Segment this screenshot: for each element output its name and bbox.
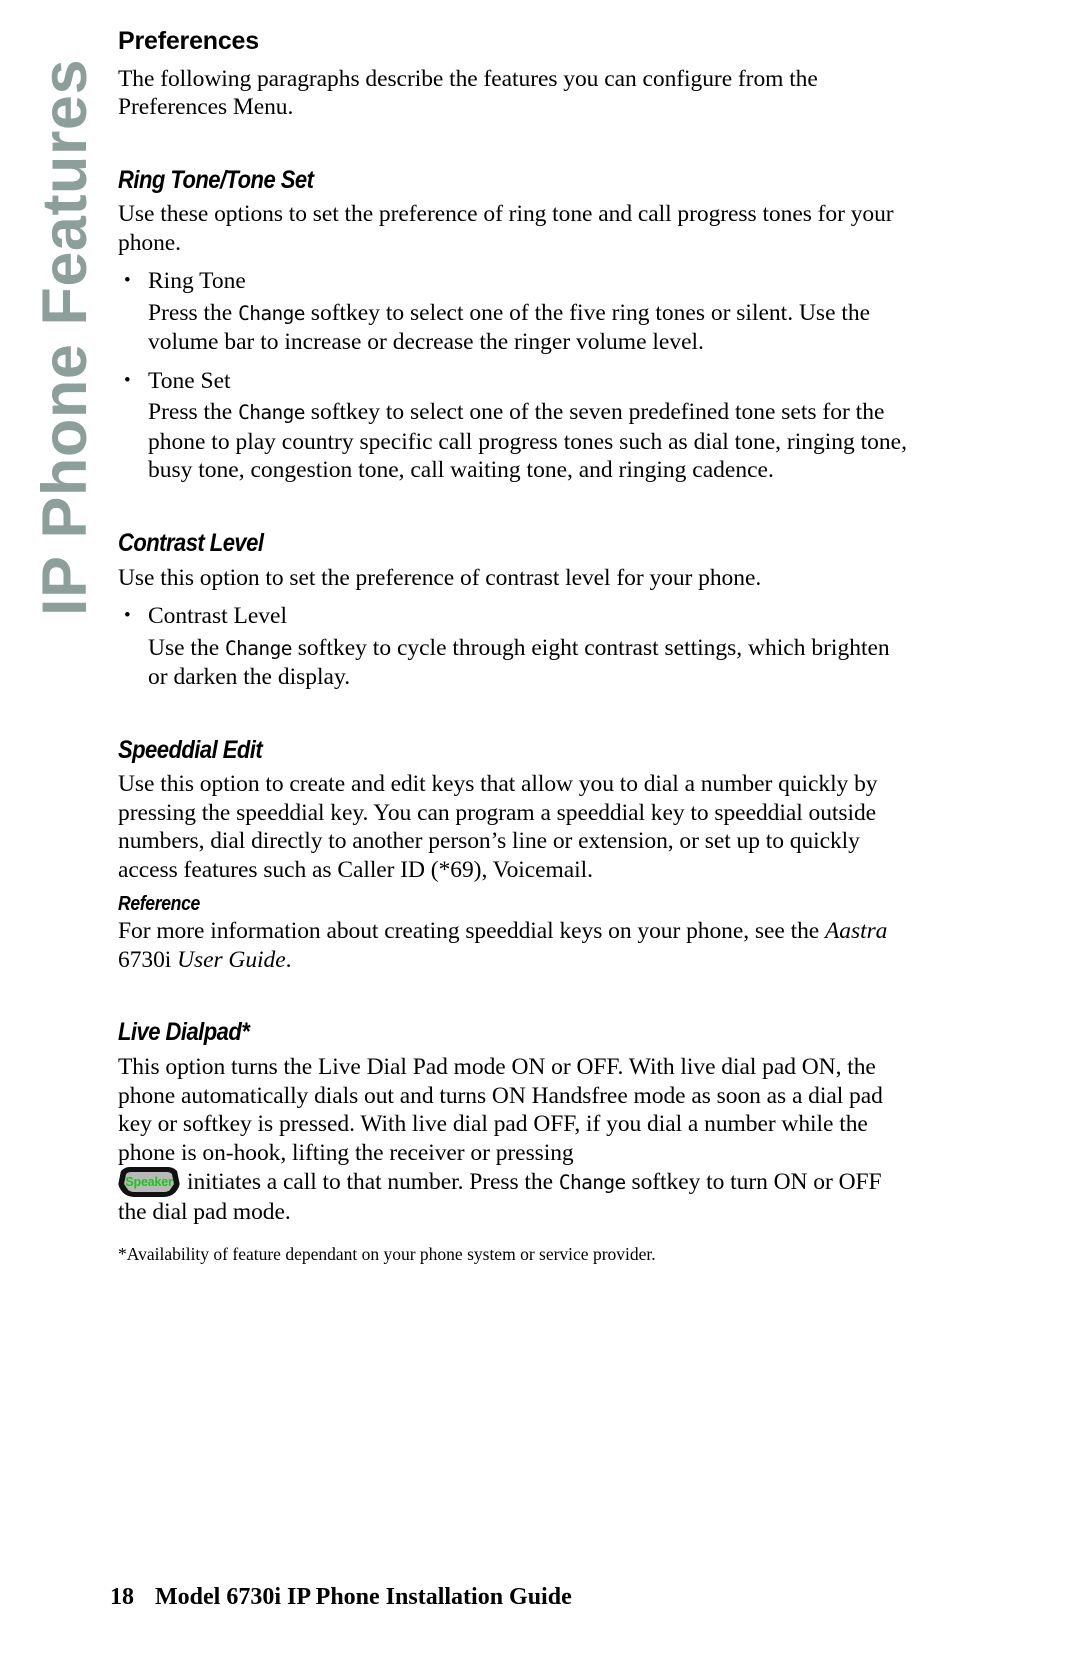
heading-contrast-level: Contrast Level bbox=[118, 528, 264, 557]
heading-ring-tone-tone-set: Ring Tone/Tone Set bbox=[118, 165, 314, 194]
bullet-dot-icon: • bbox=[124, 605, 131, 626]
ring-tone-intro: Use these options to set the preference … bbox=[118, 201, 894, 256]
reference-doc-model: 6730i bbox=[118, 946, 178, 973]
live-dialpad-text-before: initiates a call to that number. Press t… bbox=[187, 1169, 559, 1195]
softkey-change-label: Change bbox=[558, 1171, 626, 1194]
bullet-dot-icon: • bbox=[124, 369, 131, 391]
bullet-dot-icon: • bbox=[124, 270, 131, 292]
bullet-label: Ring Tone bbox=[148, 268, 246, 295]
bullet-body: Use the Change softkey to cycle through … bbox=[148, 634, 908, 692]
side-tab-label: IP Phone Features bbox=[30, 58, 100, 616]
bullet-body: Press the Change softkey to select one o… bbox=[148, 398, 908, 485]
page-content: Preferences The following paragraphs des… bbox=[118, 27, 908, 1265]
softkey-change-label: Change bbox=[238, 301, 305, 325]
page-footer: 18 Model 6730i IP Phone Installation Gui… bbox=[110, 1584, 572, 1611]
reference-doc-brand: Aastra bbox=[824, 918, 888, 945]
reference-text: For more information about creating spee… bbox=[118, 918, 825, 945]
live-dialpad-paragraph-2: Speaker initiates a call to that number.… bbox=[118, 1167, 908, 1226]
list-item: • Ring Tone bbox=[118, 267, 908, 296]
document-page: IP Phone Features Preferences The follow… bbox=[0, 0, 1080, 1669]
speaker-key-label: Speaker bbox=[125, 1174, 173, 1189]
speeddial-edit-intro: Use this option to create and edit keys … bbox=[118, 771, 878, 883]
bullet-label: Contrast Level bbox=[148, 603, 288, 629]
bullet-body: Press the Change softkey to select one o… bbox=[148, 299, 908, 357]
softkey-change-label: Change bbox=[225, 636, 292, 660]
heading-reference: Reference bbox=[118, 893, 200, 916]
list-item: • Tone Set bbox=[118, 367, 908, 396]
speaker-hardkey-icon: Speaker bbox=[118, 1167, 180, 1197]
footnote: *Availability of feature dependant on yo… bbox=[118, 1244, 656, 1264]
footer-page-number: 18 bbox=[110, 1584, 134, 1610]
heading-live-dialpad: Live Dialpad* bbox=[118, 1018, 250, 1047]
list-item: • Contrast Level bbox=[118, 602, 908, 631]
softkey-change-label: Change bbox=[238, 401, 305, 425]
footer-title: Model 6730i IP Phone Installation Guide bbox=[155, 1584, 572, 1610]
bullet-label: Tone Set bbox=[148, 367, 231, 394]
intro-paragraph: The following paragraphs describe the fe… bbox=[118, 65, 818, 121]
page-title: Preferences bbox=[118, 27, 259, 55]
speaker-key-face: Speaker bbox=[124, 1172, 174, 1192]
bullet-body-before: Use the bbox=[148, 634, 226, 661]
bullet-body-before: Press the bbox=[148, 399, 239, 426]
contrast-level-intro: Use this option to set the preference of… bbox=[118, 564, 762, 591]
reference-doc-name: User Guide bbox=[177, 946, 286, 973]
reference-doc-period: . bbox=[285, 946, 292, 973]
live-dialpad-paragraph-1: This option turns the Live Dial Pad mode… bbox=[118, 1054, 883, 1166]
bullet-body-before: Press the bbox=[148, 299, 239, 326]
side-tab: IP Phone Features bbox=[0, 0, 118, 1669]
heading-speeddial-edit: Speeddial Edit bbox=[118, 735, 263, 764]
reference-body: For more information about creating spee… bbox=[118, 917, 908, 974]
